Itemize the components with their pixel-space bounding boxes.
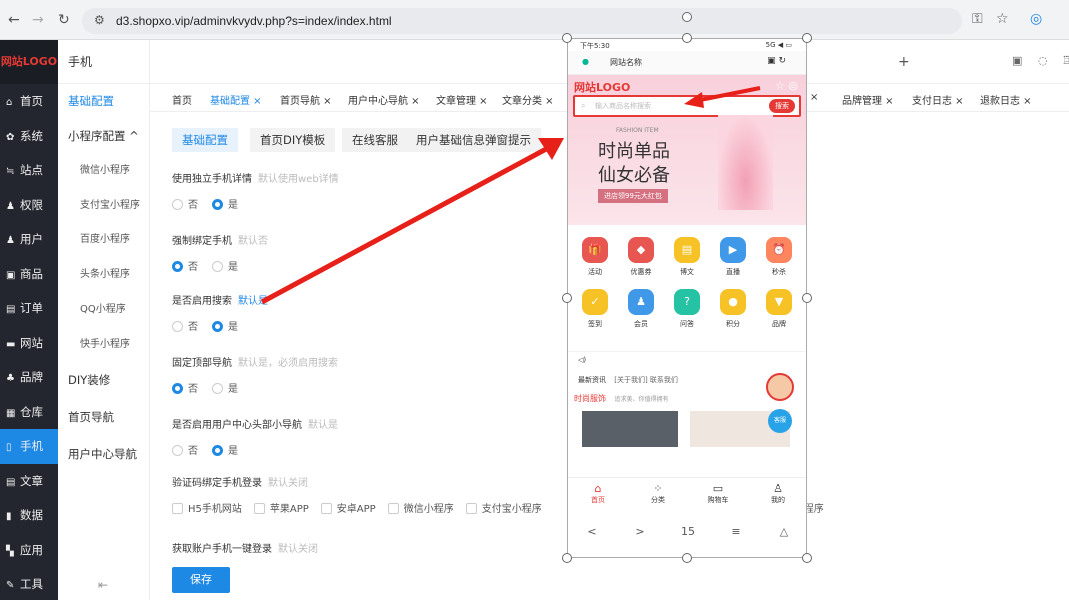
annotation-arrow-main bbox=[260, 145, 550, 305]
annotation-arrow-small bbox=[699, 86, 761, 102]
annotation-arrows bbox=[260, 86, 761, 305]
annotation-arrowhead-small bbox=[684, 92, 704, 108]
